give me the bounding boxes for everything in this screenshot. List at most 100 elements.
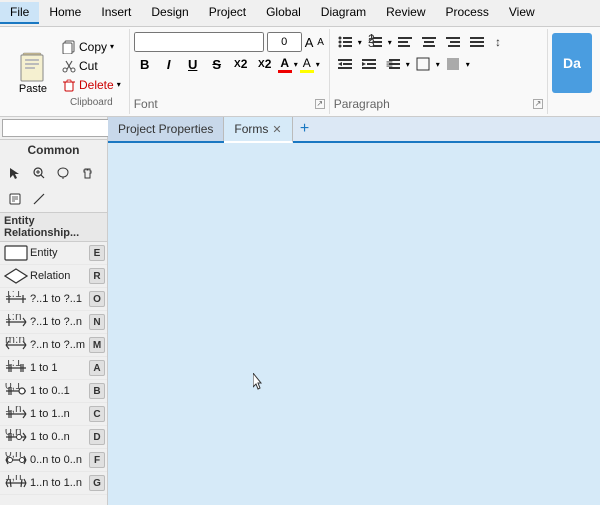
decrease-indent-button[interactable]: [334, 54, 356, 74]
1-1n-icon: 1,n: [2, 404, 30, 424]
increase-indent-button[interactable]: [358, 54, 380, 74]
note-tool[interactable]: [4, 188, 26, 210]
copy-label: Copy: [79, 40, 107, 54]
er-entity-item[interactable]: Entity E: [0, 242, 107, 265]
svg-text:m:n: m:n: [5, 337, 25, 346]
border-button[interactable]: [412, 54, 434, 74]
cut-icon: [62, 59, 76, 73]
font-name-input[interactable]: [134, 32, 264, 52]
tab-project-properties[interactable]: Project Properties: [108, 117, 224, 141]
line-spacing-button[interactable]: ≡: [382, 54, 404, 74]
menu-file[interactable]: File: [0, 2, 39, 24]
1n-1n-icon: 1,n: [2, 473, 30, 493]
er-101-item[interactable]: 0,1 1 to 0..1 B: [0, 380, 107, 403]
numbered-arrow[interactable]: ▾: [388, 38, 392, 47]
align-right-button[interactable]: [442, 32, 464, 52]
highlight-color-arrow[interactable]: ▾: [316, 60, 320, 69]
menu-project[interactable]: Project: [199, 2, 256, 24]
menu-home[interactable]: Home: [39, 2, 91, 24]
shading-arrow[interactable]: ▾: [466, 60, 470, 69]
tab-bar: Project Properties Forms ✕ +: [108, 117, 600, 143]
delete-icon: [62, 78, 76, 92]
delete-button[interactable]: Delete ▾: [58, 76, 125, 94]
font-group: A A B I U S X2 X2 A ▾ A ▾ Font ↗: [130, 29, 330, 114]
menu-design[interactable]: Design: [141, 2, 198, 24]
subscript-button[interactable]: X2: [230, 54, 252, 74]
menu-process[interactable]: Process: [436, 2, 499, 24]
er-11n-item[interactable]: 1,n 1 to 1..n C: [0, 403, 107, 426]
paste-label: Paste: [19, 83, 47, 95]
er-mn-item[interactable]: m:n ?..n to ?..m M: [0, 334, 107, 357]
entity-key: E: [89, 245, 105, 261]
line-tool[interactable]: [28, 188, 50, 210]
font-group-label: Font ↗: [134, 95, 325, 111]
tab-forms[interactable]: Forms ✕: [224, 117, 292, 143]
clipboard-group: Paste Copy ▾ Cut: [4, 29, 130, 114]
er-1n-item[interactable]: 1:n ?..1 to ?..n N: [0, 311, 107, 334]
font-color-button[interactable]: A: [278, 56, 292, 73]
shading-button[interactable]: [442, 54, 464, 74]
copy-icon: [62, 40, 76, 54]
svg-text:0,n: 0,n: [5, 429, 22, 438]
select-tool[interactable]: [4, 162, 26, 184]
clipboard-label: Clipboard: [58, 97, 125, 108]
svg-text:↕: ↕: [495, 35, 501, 49]
cut-button[interactable]: Cut: [58, 57, 125, 75]
clipboard-right: Copy ▾ Cut Delete ▾: [58, 33, 125, 112]
font-expand-button[interactable]: ↗: [315, 99, 325, 109]
menu-view[interactable]: View: [499, 2, 545, 24]
font-size-input[interactable]: [267, 32, 302, 52]
paragraph-expand-button[interactable]: ↗: [533, 99, 543, 109]
m-n-label: ?..n to ?..m: [30, 339, 89, 351]
numbered-list-button[interactable]: 1.2.3.: [364, 32, 386, 52]
m-n-icon: m:n: [2, 335, 30, 355]
hand-tool[interactable]: [76, 162, 98, 184]
bullet-arrow[interactable]: ▾: [358, 38, 362, 47]
font-shrink-button[interactable]: A: [316, 32, 324, 52]
0n-0n-key: F: [89, 452, 105, 468]
1-1n-key: C: [89, 406, 105, 422]
menu-global[interactable]: Global: [256, 2, 311, 24]
1-n-label: ?..1 to ?..n: [30, 316, 89, 328]
er-1n1n-item[interactable]: 1,n 1..n to 1..n G: [0, 472, 107, 495]
align-center-button[interactable]: [418, 32, 440, 52]
1-1-a-label: 1 to 1: [30, 362, 89, 374]
italic-button[interactable]: I: [158, 54, 180, 74]
underline-button[interactable]: U: [182, 54, 204, 74]
justify-button[interactable]: [466, 32, 488, 52]
1-1-a-icon: 1:1: [2, 358, 30, 378]
menu-insert[interactable]: Insert: [91, 2, 141, 24]
highlight-color-button[interactable]: A: [300, 56, 314, 73]
entity-label: Entity: [30, 247, 89, 259]
menu-review[interactable]: Review: [376, 2, 435, 24]
align-left-button[interactable]: [394, 32, 416, 52]
entity-icon: [2, 243, 30, 263]
da-button[interactable]: Da: [552, 33, 592, 93]
font-color-arrow[interactable]: ▾: [294, 60, 298, 69]
paste-button[interactable]: Paste: [8, 33, 58, 112]
menu-diagram[interactable]: Diagram: [311, 2, 376, 24]
er-11a-item[interactable]: 1:1 1 to 1 A: [0, 357, 107, 380]
er-relation-item[interactable]: Relation R: [0, 265, 107, 288]
font-grow-button[interactable]: A: [305, 32, 314, 52]
strikethrough-button[interactable]: S: [206, 54, 228, 74]
svg-text:1:1: 1:1: [5, 360, 22, 369]
border-arrow[interactable]: ▾: [436, 60, 440, 69]
lasso-tool[interactable]: [52, 162, 74, 184]
er-11-item[interactable]: 1:1 ?..1 to ?..1 O: [0, 288, 107, 311]
linespacing-arrow[interactable]: ▾: [406, 60, 410, 69]
svg-text:1:1: 1:1: [5, 291, 22, 300]
copy-button[interactable]: Copy ▾: [58, 38, 125, 56]
er-0n0n-item[interactable]: 0,n 0..n to 0..n F: [0, 449, 107, 472]
1-1-key: O: [89, 291, 105, 307]
bold-button[interactable]: B: [134, 54, 156, 74]
font-row1: A A: [134, 32, 325, 52]
superscript-button[interactable]: X2: [254, 54, 276, 74]
tab-add-button[interactable]: +: [293, 117, 317, 141]
text-direction-button[interactable]: ↕: [490, 32, 512, 52]
tab-forms-close[interactable]: ✕: [272, 123, 281, 136]
er-10n-item[interactable]: 0,n 1 to 0..n D: [0, 426, 107, 449]
1-1-a-key: A: [89, 360, 105, 376]
bullet-list-button[interactable]: [334, 32, 356, 52]
zoom-tool[interactable]: [28, 162, 50, 184]
